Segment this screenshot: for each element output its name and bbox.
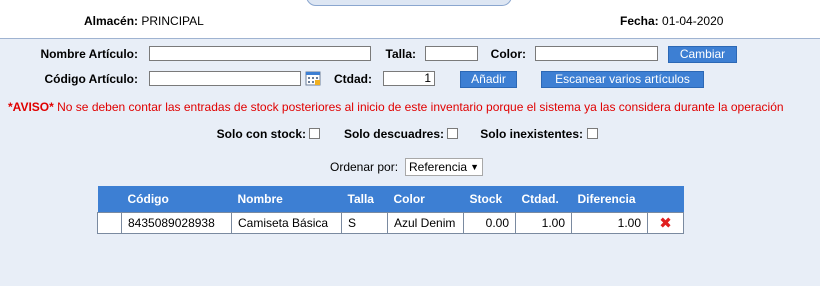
col-blank-right — [647, 186, 684, 213]
cell-diferencia: 1.00 — [571, 212, 648, 234]
table-header-row: Código Nombre Talla Color Stock Ctdad. D… — [97, 186, 684, 213]
color-label: Color: — [490, 47, 526, 61]
almacen-label: Almacén: — [84, 14, 139, 28]
talla-input[interactable] — [425, 46, 478, 61]
cell-codigo: 8435089028938 — [121, 212, 232, 234]
codigo-label: Código Artículo: — [44, 72, 138, 86]
aviso-message: *AVISO* No se deben contar las entradas … — [8, 100, 784, 114]
cell-ctdad: 1.00 — [515, 212, 572, 234]
cell-color: Azul Denim — [387, 212, 464, 234]
nombre-label: Nombre Artículo: — [40, 47, 138, 61]
solo-inexistentes-label: Solo inexistentes: — [480, 127, 583, 141]
header-bar: Almacén: PRINCIPAL Fecha: 01-04-2020 — [0, 0, 820, 39]
col-talla: Talla — [341, 186, 388, 213]
solo-stock-checkbox[interactable] — [309, 128, 320, 139]
talla-label: Talla: — [385, 47, 416, 61]
col-color: Color — [387, 186, 464, 213]
ordenar-select[interactable]: Referencia ▼ — [405, 158, 483, 176]
escanear-button[interactable]: Escanear varios artículos — [541, 71, 704, 88]
cell-nombre: Camiseta Básica — [231, 212, 342, 234]
calendar-icon[interactable] — [305, 70, 321, 86]
row-spacer — [97, 212, 122, 234]
almacen-value: PRINCIPAL — [141, 14, 204, 28]
solo-stock-label: Solo con stock: — [216, 127, 306, 141]
ctdad-label: Ctdad: — [334, 72, 372, 86]
ordenar-selected: Referencia — [409, 160, 468, 174]
fecha-label: Fecha: — [620, 14, 659, 28]
codigo-input[interactable] — [149, 71, 301, 86]
cambiar-button[interactable]: Cambiar — [668, 46, 737, 63]
cell-stock: 0.00 — [463, 212, 516, 234]
delete-icon[interactable]: ✖ — [654, 214, 677, 232]
col-nombre: Nombre — [231, 186, 342, 213]
fecha-info: Fecha: 01-04-2020 — [620, 14, 723, 28]
solo-descuadres-checkbox[interactable] — [447, 128, 458, 139]
col-ctdad: Ctdad. — [515, 186, 572, 213]
chevron-down-icon: ▼ — [470, 162, 479, 172]
nombre-input[interactable] — [149, 46, 371, 61]
col-stock: Stock — [463, 186, 516, 213]
inventory-table: Código Nombre Talla Color Stock Ctdad. D… — [97, 186, 684, 234]
fecha-value: 01-04-2020 — [662, 14, 724, 28]
ctdad-input[interactable]: 1 — [383, 71, 435, 86]
header-tab — [306, 0, 512, 6]
table-row: 8435089028938 Camiseta Básica S Azul Den… — [97, 212, 684, 234]
col-blank-left — [97, 186, 122, 213]
cell-delete[interactable]: ✖ — [647, 212, 684, 234]
anadir-button[interactable]: Añadir — [460, 71, 517, 88]
cell-talla: S — [341, 212, 388, 234]
aviso-text: No se deben contar las entradas de stock… — [53, 100, 784, 114]
color-input[interactable] — [535, 46, 658, 61]
solo-inexistentes-checkbox[interactable] — [587, 128, 598, 139]
ordenar-label: Ordenar por: — [330, 160, 399, 174]
almacen-info: Almacén: PRINCIPAL — [84, 14, 204, 28]
col-codigo: Código — [121, 186, 232, 213]
aviso-prefix: *AVISO* — [8, 100, 54, 114]
col-diferencia: Diferencia — [571, 186, 648, 213]
solo-descuadres-label: Solo descuadres: — [343, 127, 444, 141]
